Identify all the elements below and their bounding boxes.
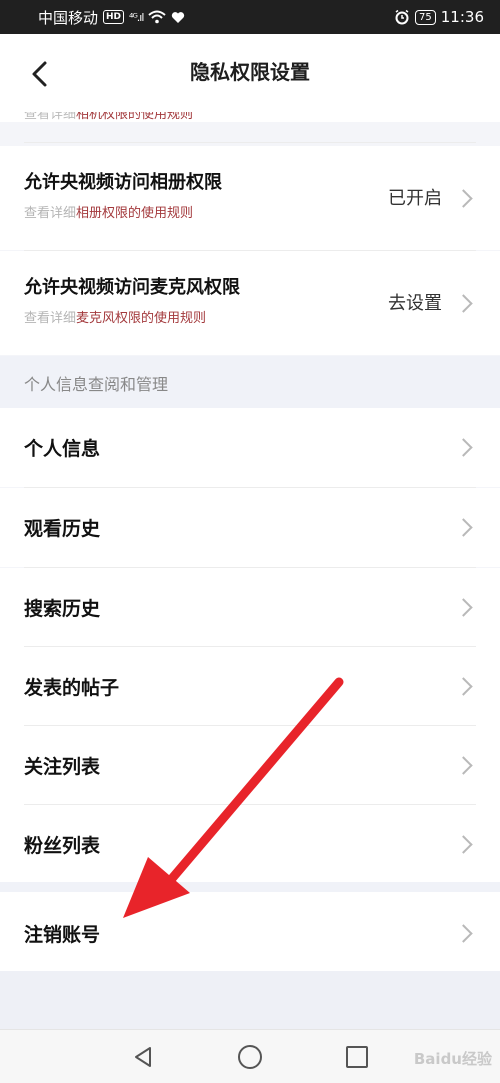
menu-item-personal-info[interactable]: 个人信息	[0, 408, 500, 487]
chevron-right-icon	[454, 924, 473, 943]
menu-item-label: 注销账号	[24, 924, 101, 946]
permission-subtitle-prefix: 查看详细	[24, 311, 77, 326]
clipped-row-subtitle: 查看详细相机权限的使用规则	[24, 112, 193, 122]
chevron-right-icon	[454, 756, 473, 775]
permission-status: 已开启	[388, 188, 442, 209]
chevron-right-icon	[454, 294, 473, 313]
menu-item-watch-history[interactable]: 观看历史	[0, 488, 500, 567]
chevron-right-icon	[454, 598, 473, 617]
cancel-account-button[interactable]: 注销账号	[0, 892, 500, 971]
signal-icon: ⁴ᴳ.ıl	[129, 10, 144, 24]
permission-title: 允许央视频访问麦克风权限	[24, 277, 240, 298]
top-app-bar: 隐私权限设置	[0, 34, 500, 112]
permission-subtitle: 查看详细相册权限的使用规则	[24, 202, 193, 221]
nav-back-button[interactable]	[132, 1046, 154, 1068]
heart-icon	[172, 11, 185, 23]
page-title: 隐私权限设置	[190, 60, 310, 84]
bottom-empty-area	[0, 971, 500, 1029]
status-bar: 中国移动 HD ⁴ᴳ.ıl 75 11:36	[0, 0, 500, 34]
menu-item-search-history[interactable]: 搜索历史	[0, 568, 500, 647]
menu-item-label: 个人信息	[24, 438, 101, 460]
menu-item-followers-list[interactable]: 粉丝列表	[0, 805, 500, 882]
clipped-row-link[interactable]: 相机权限的使用规则	[76, 112, 193, 122]
menu-item-label: 发表的帖子	[24, 677, 120, 699]
chevron-right-icon	[454, 677, 473, 696]
chevron-right-icon	[454, 835, 473, 854]
nav-home-button[interactable]	[238, 1045, 262, 1069]
permission-subtitle-prefix: 查看详细	[24, 206, 77, 221]
permission-title: 允许央视频访问相册权限	[24, 172, 222, 193]
clipped-row-prefix: 查看详细	[24, 112, 77, 122]
status-left: 中国移动 HD ⁴ᴳ.ıl	[38, 7, 185, 28]
section-header-label: 个人信息查阅和管理	[24, 375, 169, 394]
clock: 11:36	[440, 8, 484, 26]
chevron-right-icon	[454, 438, 473, 457]
status-right: 75 11:36	[394, 8, 484, 26]
divider	[24, 142, 476, 143]
menu-item-label: 粉丝列表	[24, 835, 101, 857]
permission-rule-link[interactable]: 麦克风权限的使用规则	[76, 311, 206, 326]
menu-item-posts[interactable]: 发表的帖子	[0, 647, 500, 726]
permission-row-microphone[interactable]: 允许央视频访问麦克风权限 查看详细麦克风权限的使用规则 去设置	[0, 251, 500, 355]
chevron-right-icon	[454, 189, 473, 208]
permission-row-album[interactable]: 允许央视频访问相册权限 查看详细相册权限的使用规则 已开启	[0, 146, 500, 250]
carrier-name: 中国移动	[38, 8, 99, 27]
permission-rule-link[interactable]: 相册权限的使用规则	[76, 206, 193, 221]
menu-item-label: 观看历史	[24, 518, 101, 540]
permission-subtitle: 查看详细麦克风权限的使用规则	[24, 307, 206, 326]
hd-badge: HD	[103, 10, 125, 24]
battery-indicator: 75	[415, 9, 436, 25]
menu-item-label: 关注列表	[24, 756, 101, 778]
wifi-icon	[148, 10, 167, 24]
alarm-icon	[395, 9, 409, 25]
nav-recent-button[interactable]	[346, 1046, 368, 1068]
clipped-permission-row: 查看详细相机权限的使用规则	[0, 112, 500, 122]
menu-item-label: 搜索历史	[24, 598, 101, 620]
watermark-logo: Baidu经验	[413, 1050, 492, 1068]
menu-item-following-list[interactable]: 关注列表	[0, 726, 500, 805]
section-header: 个人信息查阅和管理	[0, 356, 500, 408]
section-gap	[0, 882, 500, 892]
permission-status: 去设置	[388, 293, 442, 314]
chevron-right-icon	[454, 518, 473, 537]
